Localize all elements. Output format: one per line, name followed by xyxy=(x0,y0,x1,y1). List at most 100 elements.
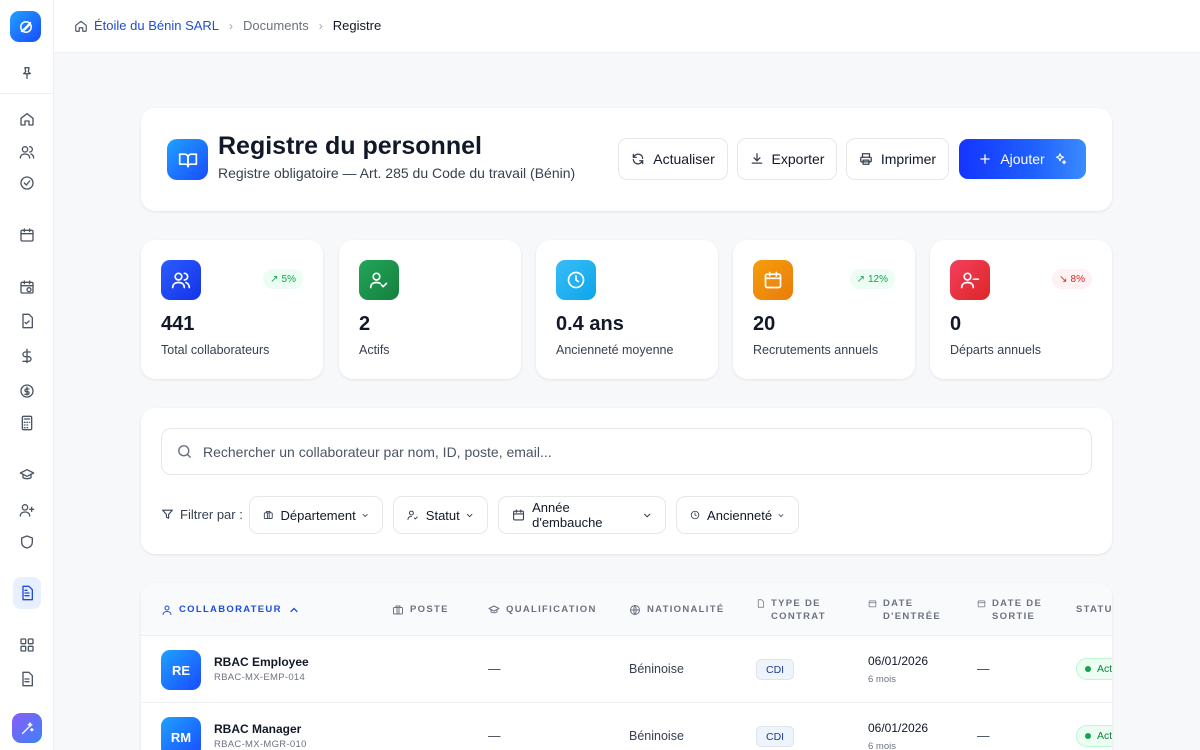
status-filter[interactable]: Statut xyxy=(393,496,488,534)
calendar-icon[interactable] xyxy=(17,225,37,245)
file-text-icon[interactable] xyxy=(17,669,37,689)
user-check-icon xyxy=(359,260,399,300)
users-icon[interactable] xyxy=(17,142,37,162)
column-entry-date-label: DATE D'ENTRÉE xyxy=(883,598,942,622)
trend-down-icon: ↘ xyxy=(1059,273,1068,285)
qualification-cell: — xyxy=(488,729,501,743)
chevron-down-icon xyxy=(362,513,368,517)
home-icon[interactable] xyxy=(74,19,88,33)
search-icon xyxy=(178,445,191,458)
pin-icon[interactable] xyxy=(17,63,37,83)
filter-icon xyxy=(162,509,173,519)
filter-card: Filtrer par : Département Statut Année d… xyxy=(141,408,1112,554)
column-qualification[interactable]: QUALIFICATION xyxy=(488,603,597,616)
print-button[interactable]: Imprimer xyxy=(846,138,949,180)
column-employee[interactable]: COLLABORATEUR xyxy=(161,603,300,616)
dashboard-grid-icon[interactable] xyxy=(17,635,37,655)
export-label: Exporter xyxy=(771,151,825,167)
download-icon xyxy=(751,153,762,164)
column-position[interactable]: POSTE xyxy=(392,603,449,616)
column-exit-date[interactable]: DATE DE SORTIE xyxy=(977,597,1042,623)
stat-card-hires[interactable]: ↗ 12% 20 Recrutements annuels xyxy=(733,240,915,379)
calculator-icon[interactable] xyxy=(17,413,37,433)
ai-assistant-button[interactable] xyxy=(12,713,42,743)
document-icon[interactable] xyxy=(17,583,37,603)
sparkles-icon xyxy=(21,721,34,734)
seniority-filter[interactable]: Ancienneté xyxy=(676,496,799,534)
column-position-label: POSTE xyxy=(410,604,449,615)
contract-badge: CDI xyxy=(756,659,795,680)
chevron-down-icon xyxy=(778,513,784,517)
stat-card-total[interactable]: ↗ 5% 441 Total collaborateurs xyxy=(141,240,323,379)
app-logo-icon[interactable] xyxy=(10,11,41,42)
stat-value: 0 xyxy=(950,313,962,335)
stat-card-seniority[interactable]: 0.4 ans Ancienneté moyenne xyxy=(536,240,718,379)
employee-name[interactable]: RBAC Employee xyxy=(214,655,309,669)
status-text: Actif xyxy=(1097,730,1112,742)
sidebar xyxy=(0,0,54,750)
entry-date: 06/01/2026 xyxy=(868,654,929,668)
avatar: RE xyxy=(161,650,201,690)
trend-badge: ↘ 8% xyxy=(1052,269,1092,289)
home-icon[interactable] xyxy=(17,109,37,129)
breadcrumb-documents[interactable]: Documents xyxy=(243,18,309,33)
column-status[interactable]: STATUT xyxy=(1076,603,1112,616)
column-entry-date[interactable]: DATE D'ENTRÉE xyxy=(868,597,941,623)
chevron-up-icon[interactable] xyxy=(288,604,300,616)
status-badge: Actif xyxy=(1076,658,1112,680)
department-filter[interactable]: Département xyxy=(249,496,383,534)
add-button[interactable]: Ajouter xyxy=(959,139,1086,179)
hire-year-filter[interactable]: Année d'embauche xyxy=(498,496,666,534)
page-title: Registre du personnel xyxy=(218,132,482,160)
status-text: Actif xyxy=(1097,663,1112,675)
stat-label: Actifs xyxy=(359,343,390,357)
dollar-icon[interactable] xyxy=(17,346,37,366)
graduation-cap-icon xyxy=(488,605,500,613)
add-label: Ajouter xyxy=(1000,151,1045,167)
column-contract-type[interactable]: TYPE DE CONTRAT xyxy=(756,597,826,623)
employee-name[interactable]: RBAC Manager xyxy=(214,722,301,736)
trend-value: 12% xyxy=(867,273,888,285)
graduation-cap-icon[interactable] xyxy=(17,465,37,485)
search-input[interactable] xyxy=(203,443,1091,460)
breadcrumb: Étoile du Bénin SARL › Documents › Regis… xyxy=(74,18,381,33)
globe-icon xyxy=(630,604,640,615)
dollar-circle-icon[interactable] xyxy=(17,381,37,401)
chevron-right-icon: › xyxy=(229,18,234,33)
file-check-icon[interactable] xyxy=(17,311,37,331)
department-filter-label: Département xyxy=(280,507,356,523)
trend-value: 5% xyxy=(281,273,296,285)
column-qualification-label: QUALIFICATION xyxy=(506,604,597,615)
calendar-clock-icon[interactable] xyxy=(17,277,37,297)
table-row[interactable]: RE RBAC Employee RBAC-MX-EMP-014 — Bénin… xyxy=(141,636,1112,703)
stat-card-active[interactable]: 2 Actifs xyxy=(339,240,521,379)
search-box[interactable] xyxy=(161,428,1092,475)
hire-year-filter-label: Année d'embauche xyxy=(532,500,603,530)
column-exit-date-label: DATE DE SORTIE xyxy=(992,598,1043,622)
stat-card-departures[interactable]: ↘ 8% 0 Départs annuels xyxy=(930,240,1112,379)
shield-icon[interactable] xyxy=(17,532,37,552)
stat-label: Ancienneté moyenne xyxy=(556,343,674,357)
contract-badge: CDI xyxy=(756,726,795,747)
employee-id: RBAC-MX-EMP-014 xyxy=(214,672,306,683)
stat-label: Total collaborateurs xyxy=(161,343,270,357)
nationality-cell: Béninoise xyxy=(629,662,684,676)
column-employee-label: COLLABORATEUR xyxy=(179,604,282,615)
clock-icon xyxy=(690,510,700,520)
briefcase-icon xyxy=(263,511,273,519)
status-dot xyxy=(1085,733,1091,739)
employee-id: RBAC-MX-MGR-010 xyxy=(214,739,307,750)
export-button[interactable]: Exporter xyxy=(737,138,837,180)
exit-date-cell: — xyxy=(977,662,990,676)
calendar-icon xyxy=(513,509,525,521)
nationality-cell: Béninoise xyxy=(629,729,684,743)
check-circle-icon[interactable] xyxy=(17,173,37,193)
column-nationality[interactable]: NATIONALITÉ xyxy=(629,603,724,616)
refresh-label: Actualiser xyxy=(653,151,715,167)
table-row[interactable]: RM RBAC Manager RBAC-MX-MGR-010 — Bénino… xyxy=(141,703,1112,750)
trend-badge: ↗ 12% xyxy=(849,269,895,289)
trend-up-icon: ↗ xyxy=(270,273,279,285)
refresh-button[interactable]: Actualiser xyxy=(618,138,728,180)
user-plus-icon[interactable] xyxy=(17,500,37,520)
breadcrumb-company[interactable]: Étoile du Bénin SARL xyxy=(94,18,219,33)
